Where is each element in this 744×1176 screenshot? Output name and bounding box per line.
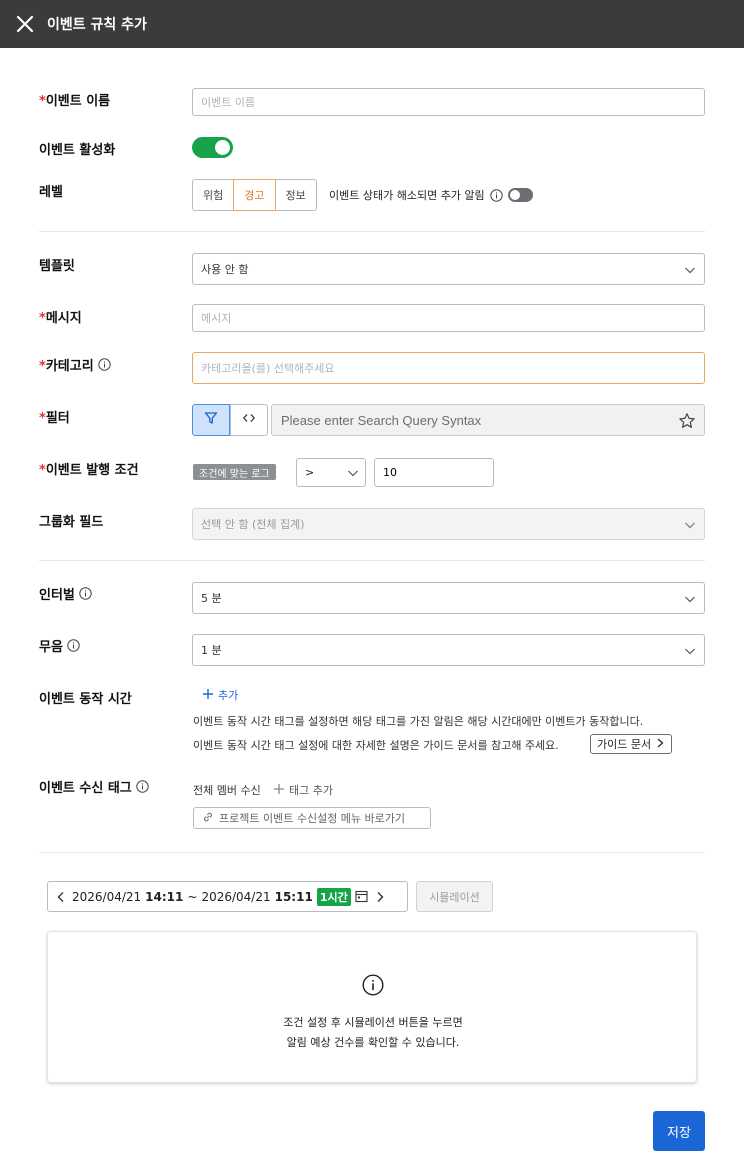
resolve-notice: 이벤트 상태가 해소되면 추가 알림 — [329, 187, 533, 203]
close-icon[interactable] — [15, 14, 35, 34]
funnel-icon — [204, 411, 218, 429]
group-field-select: 선택 안 함 (전체 집계) — [192, 508, 705, 540]
range-separator: ~ — [187, 889, 198, 904]
level-option-critical[interactable]: 위험 — [192, 179, 235, 211]
active-time-guide-description: 이벤트 동작 시간 태그 설정에 대한 자세한 설명은 가이드 문서를 참고해 … — [193, 739, 559, 752]
chevron-right-icon — [655, 737, 665, 751]
dialog-header: 이벤트 규칙 추가 — [0, 0, 744, 48]
start-date: 2026/04/21 — [72, 889, 142, 904]
filter-mode-button[interactable] — [192, 404, 230, 436]
all-members-receive: 전체 멤버 수신 — [193, 784, 261, 797]
filter-label: *필터 — [39, 411, 70, 426]
calendar-icon[interactable] — [355, 890, 369, 904]
section-divider — [39, 852, 705, 853]
start-time: 14:11 — [145, 889, 184, 904]
chevron-down-icon — [684, 519, 696, 531]
condition-label: *이벤트 발행 조건 — [39, 463, 139, 478]
active-time-label: 이벤트 동작 시간 — [39, 692, 132, 707]
operator-value: > — [305, 466, 315, 479]
template-label: 템플릿 — [39, 259, 75, 274]
search-query-placeholder: Please enter Search Query Syntax — [281, 412, 482, 428]
info-icon[interactable] — [136, 780, 149, 793]
category-input[interactable] — [192, 352, 705, 384]
link-icon — [202, 811, 214, 826]
resolve-notice-label: 이벤트 상태가 해소되면 추가 알림 — [329, 189, 485, 202]
star-icon[interactable] — [678, 412, 696, 430]
simulation-message-line1: 조건 설정 후 시뮬레이션 버튼을 누르면 — [283, 1016, 463, 1029]
level-option-warning[interactable]: 경고 — [233, 179, 276, 211]
message-input[interactable] — [192, 304, 705, 332]
chevron-left-icon[interactable] — [54, 890, 68, 904]
add-active-time-button[interactable]: 추가 — [202, 687, 238, 703]
receive-tag-label: 이벤트 수신 태그 — [39, 777, 149, 796]
activation-label: 이벤트 활성화 — [39, 143, 116, 158]
section-divider — [39, 231, 705, 232]
chevron-right-icon[interactable] — [373, 890, 387, 904]
info-icon[interactable] — [79, 587, 92, 600]
plus-icon — [273, 783, 285, 798]
section-divider — [39, 560, 705, 561]
level-label: 레벨 — [39, 185, 63, 200]
category-label: *카테고리 — [39, 355, 111, 374]
interval-value: 5 분 — [201, 592, 222, 605]
event-name-label: *이벤트 이름 — [39, 94, 111, 109]
simulation-message-line2: 알림 예상 건수를 확인할 수 있습니다. — [286, 1036, 460, 1049]
chevron-down-icon — [684, 593, 696, 605]
resolve-notice-toggle[interactable] — [507, 188, 533, 202]
dialog-title: 이벤트 규칙 추가 — [47, 17, 147, 33]
interval-label: 인터벌 — [39, 584, 92, 603]
group-field-label: 그룹화 필드 — [39, 515, 104, 530]
chevron-down-icon — [684, 645, 696, 657]
level-option-info[interactable]: 정보 — [274, 179, 317, 211]
end-date: 2026/04/21 — [201, 889, 271, 904]
activation-toggle[interactable] — [192, 137, 233, 158]
interval-select[interactable]: 5 분 — [192, 582, 705, 614]
info-icon[interactable] — [67, 639, 80, 652]
condition-count-input[interactable] — [374, 458, 494, 487]
info-icon[interactable] — [97, 358, 111, 371]
template-select[interactable]: 사용 안 함 — [192, 253, 705, 285]
template-value: 사용 안 함 — [201, 263, 249, 276]
group-field-value: 선택 안 함 (전체 집계) — [201, 518, 305, 531]
condition-tag: 조건에 맞는 로그 — [193, 464, 276, 480]
add-tag-button[interactable]: 태그 추가 — [273, 782, 333, 798]
time-range-picker: 2026/04/21 14:11 ~ 2026/04/21 15:11 1시간 — [47, 881, 408, 912]
plus-icon — [202, 688, 214, 703]
operator-select[interactable]: > — [296, 458, 366, 487]
simulation-result-panel: 조건 설정 후 시뮬레이션 버튼을 누르면 알림 예상 건수를 확인할 수 있습… — [47, 931, 697, 1083]
filter-mode-toggle — [192, 404, 268, 436]
mute-value: 1 분 — [201, 644, 222, 657]
active-time-description: 이벤트 동작 시간 태그를 설정하면 해당 태그를 가진 알림은 해당 시간대에… — [193, 715, 644, 728]
info-icon[interactable] — [489, 188, 503, 202]
search-query-input[interactable]: Please enter Search Query Syntax — [271, 404, 705, 436]
simulation-button[interactable]: 시뮬레이션 — [416, 881, 493, 912]
mute-label: 무음 — [39, 636, 80, 655]
code-icon — [242, 411, 256, 429]
code-mode-button[interactable] — [230, 404, 268, 436]
range-badge[interactable]: 1시간 — [316, 887, 351, 906]
chevron-down-icon — [684, 264, 696, 276]
event-name-input[interactable] — [192, 88, 705, 116]
end-time: 15:11 — [274, 889, 313, 904]
message-label: *메시지 — [39, 311, 82, 326]
guide-document-button[interactable]: 가이드 문서 — [590, 734, 673, 754]
info-icon — [362, 974, 384, 996]
receive-settings-shortcut[interactable]: 프로젝트 이벤트 수신설정 메뉴 바로가기 — [193, 807, 431, 829]
chevron-down-icon — [347, 467, 359, 479]
level-segmented-control: 위험 경고 정보 — [192, 179, 317, 211]
mute-select[interactable]: 1 분 — [192, 634, 705, 666]
save-button[interactable]: 저장 — [653, 1111, 705, 1151]
